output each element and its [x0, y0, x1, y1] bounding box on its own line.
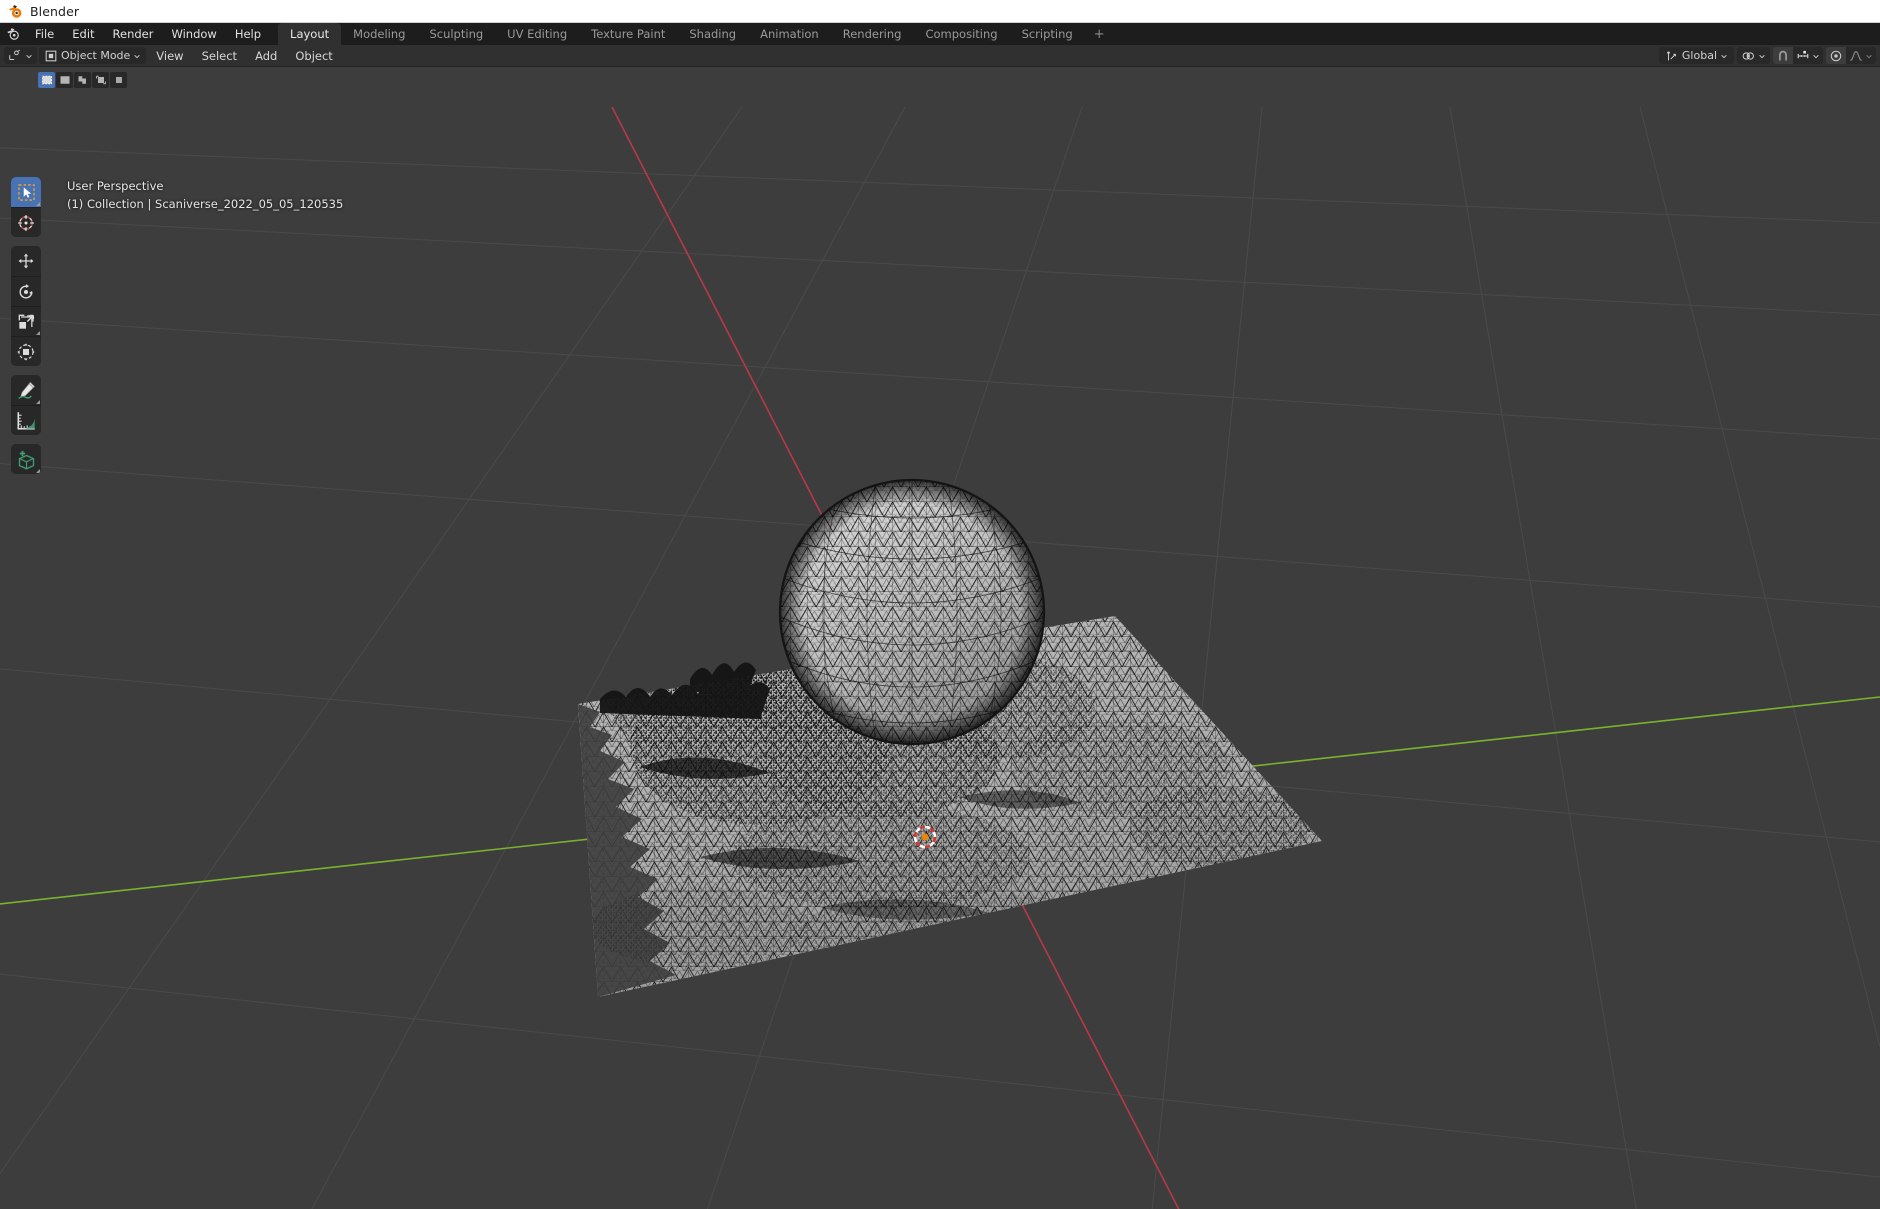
pivot-point-icon [1741, 49, 1755, 63]
window-title-text: Blender [30, 3, 80, 19]
select-tweak-icon [95, 75, 106, 85]
viewport-visibility-eye-icon [1856, 67, 1863, 68]
tool-submenu-indicator [36, 469, 40, 473]
select-mode-toolbar [38, 72, 127, 88]
tool-move[interactable] [11, 246, 41, 276]
tab-animation[interactable]: Animation [748, 23, 831, 45]
proportional-editing-toggle[interactable] [1826, 47, 1846, 64]
menu-render[interactable]: Render [104, 23, 163, 45]
select-extra[interactable] [110, 72, 127, 88]
select-lasso[interactable] [74, 72, 91, 88]
viewport-menu-select[interactable]: Select [194, 45, 245, 66]
measure-ruler-icon [16, 412, 35, 430]
viewport-info-overlay: User Perspective (1) Collection | Scaniv… [67, 177, 343, 213]
chevron-down-icon [1721, 54, 1727, 58]
chevron-down-icon [1759, 54, 1765, 58]
tool-scale[interactable] [11, 306, 41, 336]
select-box[interactable] [38, 72, 55, 88]
3d-viewport[interactable]: User Perspective (1) Collection | Scaniv… [0, 67, 1880, 1209]
tool-annotate[interactable] [11, 375, 41, 405]
proportional-editing-controls [1826, 47, 1876, 64]
add-cube-icon [18, 450, 34, 469]
snap-toggle-button[interactable] [1773, 47, 1793, 64]
tool-group-add [11, 444, 41, 474]
transform-icon [17, 342, 35, 361]
viewport-header: Object Mode View Select Add Object Globa… [0, 45, 1880, 67]
chevron-down-icon [1866, 54, 1872, 58]
chevron-down-icon [134, 54, 141, 58]
rotate-icon [19, 283, 33, 298]
tool-add-cube[interactable] [11, 444, 41, 474]
chevron-down-icon [26, 54, 32, 58]
proportional-editing-icon [1829, 49, 1843, 63]
tool-rotate[interactable] [11, 276, 41, 306]
snap-increment-icon [1797, 50, 1809, 58]
tool-submenu-indicator [36, 202, 40, 206]
menu-edit[interactable]: Edit [63, 23, 103, 45]
viewport-menu-add[interactable]: Add [247, 45, 285, 66]
tab-shading[interactable]: Shading [677, 23, 748, 45]
transform-orientation-icon [1665, 49, 1679, 63]
pivot-point-selector[interactable] [1737, 47, 1770, 64]
workspace-tabs: Layout Modeling Sculpting UV Editing Tex… [278, 23, 1114, 45]
select-box-icon [41, 75, 52, 85]
viewport-menu-view[interactable]: View [148, 45, 191, 66]
window-title-bar: Blender [0, 0, 1880, 23]
viewport-perspective-label: User Perspective [67, 179, 164, 193]
3d-cursor-icon [18, 214, 34, 231]
tool-group-annotate [11, 375, 41, 435]
transform-orientation-selector[interactable]: Global [1658, 47, 1734, 64]
viewport-scene-info-label: (1) Collection | Scaniverse_2022_05_05_1… [67, 197, 344, 211]
snap-target-selector[interactable] [1793, 47, 1823, 64]
tool-group-select [11, 177, 41, 237]
select-extra-icon [115, 77, 122, 83]
tab-sculpting[interactable]: Sculpting [417, 23, 495, 45]
menu-help[interactable]: Help [226, 23, 270, 45]
tab-uv-editing[interactable]: UV Editing [495, 23, 579, 45]
interaction-mode-label: Object Mode [61, 49, 131, 62]
scale-icon [18, 314, 35, 329]
viewport-toolbar [11, 177, 41, 483]
tool-cursor[interactable] [11, 207, 41, 237]
tab-rendering[interactable]: Rendering [831, 23, 914, 45]
add-workspace-button[interactable]: + [1085, 23, 1114, 45]
object-mode-icon [44, 49, 58, 63]
topbar-blender-menu-icon[interactable] [0, 23, 26, 45]
viewport-visibility-eye[interactable] [1850, 67, 1874, 69]
tab-texture-paint[interactable]: Texture Paint [579, 23, 677, 45]
proportional-falloff-smooth-icon [1850, 50, 1862, 61]
viewport-header-right-controls: Global [1658, 47, 1876, 64]
tool-group-transform [11, 246, 41, 366]
tool-measure[interactable] [11, 405, 41, 435]
tab-layout[interactable]: Layout [278, 23, 342, 45]
tab-scripting[interactable]: Scripting [1010, 23, 1085, 45]
editor-type-3d-viewport-icon [8, 49, 22, 63]
transform-orientation-label: Global [1681, 49, 1717, 62]
chevron-down-icon [1813, 54, 1819, 58]
select-tweak[interactable] [92, 72, 109, 88]
viewport-menu-object[interactable]: Object [287, 45, 340, 66]
tab-modeling[interactable]: Modeling [341, 23, 417, 45]
snapping-controls [1773, 47, 1823, 64]
move-arrows-icon [18, 253, 34, 269]
cursor-arrow-box-icon [17, 183, 35, 201]
select-lasso-icon [78, 76, 86, 84]
application-topbar: File Edit Render Window Help Layout Mode… [0, 23, 1880, 45]
snap-magnet-icon [1776, 49, 1790, 63]
select-circle[interactable] [56, 72, 73, 88]
interaction-mode-selector[interactable]: Object Mode [39, 47, 147, 64]
tool-submenu-indicator [36, 331, 40, 335]
menu-file[interactable]: File [26, 23, 63, 45]
tool-select-box[interactable] [11, 177, 41, 207]
tool-submenu-indicator [36, 400, 40, 404]
tool-transform[interactable] [11, 336, 41, 366]
editor-type-selector[interactable] [4, 47, 37, 64]
3d-scene-render[interactable] [0, 67, 1880, 1209]
blender-logo-icon [8, 4, 23, 19]
menu-window[interactable]: Window [162, 23, 225, 45]
proportional-falloff-selector[interactable] [1846, 47, 1876, 64]
tab-compositing[interactable]: Compositing [913, 23, 1009, 45]
select-circle-icon [60, 76, 69, 84]
annotate-pencil-icon [17, 381, 35, 399]
